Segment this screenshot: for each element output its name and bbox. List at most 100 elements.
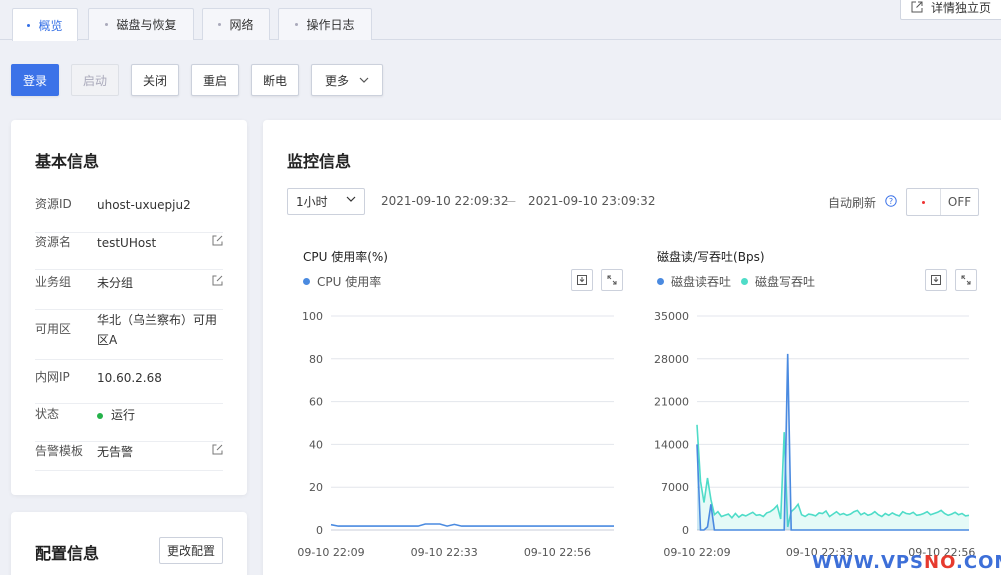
more-label: 更多 — [324, 73, 349, 88]
watermark-suffix: .COM — [956, 552, 1001, 573]
info-value: 未分组 — [97, 276, 134, 290]
info-key: 状态 — [35, 407, 60, 421]
tab-network[interactable]: 网络 — [202, 8, 270, 40]
svg-text:?: ? — [889, 197, 893, 206]
detail-page-label: 详情独立页 — [931, 0, 992, 15]
tab-dot — [27, 23, 31, 27]
change-config-button[interactable]: 更改配置 — [159, 537, 223, 564]
tab-bar: 概览 磁盘与恢复 网络 操作日志 — [0, 0, 1001, 41]
watermark-vps: VPS — [880, 552, 925, 573]
poweroff-label: 断电 — [262, 73, 287, 88]
x-tick-label: 09-10 22:33 — [411, 546, 478, 559]
info-row-status: 状态 运行 — [35, 405, 223, 442]
auto-refresh-toggle[interactable]: OFF — [906, 188, 979, 216]
info-value: uhost-uxuepju2 — [97, 198, 191, 212]
tab-overview[interactable]: 概览 — [12, 8, 78, 41]
cpu-download-button[interactable] — [571, 269, 593, 291]
cpu-chart-title: CPU 使用率(%) — [303, 250, 388, 264]
series-line — [696, 353, 969, 531]
watermark-no: NO — [924, 552, 957, 573]
tab-label: 概览 — [38, 18, 63, 33]
y-tick-label: 80 — [309, 353, 323, 366]
login-label: 登录 — [22, 73, 47, 88]
info-row-resource-id: 资源ID uhost-uxuepju2 — [35, 195, 223, 233]
info-value: 10.60.2.68 — [97, 371, 162, 385]
x-tick-label: 09-10 22:56 — [524, 546, 591, 559]
tab-dot — [218, 23, 222, 26]
tab-operation-log[interactable]: 操作日志 — [278, 8, 372, 40]
restart-label: 重启 — [202, 73, 227, 88]
x-tick-label: 09-10 22:09 — [297, 546, 364, 559]
toggle-knob — [907, 189, 941, 215]
disk-chart-title: 磁盘读/写吞吐(Bps) — [657, 250, 765, 264]
legend-label[interactable]: 磁盘写吞吐 — [755, 273, 815, 290]
cpu-chart: 0 20 40 60 80 100 09-10 22:09 09-10 22:33 09-10 … — [297, 310, 614, 559]
y-tick-label: 7000 — [661, 481, 689, 494]
auto-refresh-label: 自动刷新 — [828, 196, 877, 210]
cpu-legend[interactable]: CPU 使用率 — [303, 273, 381, 290]
disk-fullscreen-button[interactable] — [955, 269, 977, 291]
monitor-card: 监控信息 1小时 2021-09-10 22:09:32 — 2021-09-1… — [263, 120, 1001, 575]
info-key: 告警模板 — [35, 444, 84, 458]
more-button[interactable]: 更多 — [311, 64, 383, 96]
download-icon — [577, 275, 587, 285]
expand-icon — [607, 275, 617, 285]
time-range-value: 1小时 — [296, 195, 328, 209]
basic-info-title: 基本信息 — [35, 152, 100, 171]
monitor-title: 监控信息 — [287, 152, 352, 171]
disk-download-button[interactable] — [925, 269, 947, 291]
y-tick-label: 21000 — [654, 396, 689, 409]
edit-icon[interactable] — [212, 235, 223, 246]
change-config-label: 更改配置 — [166, 544, 215, 558]
tab-dot — [295, 23, 299, 26]
tab-disk-recovery[interactable]: 磁盘与恢复 — [88, 8, 194, 40]
y-tick-label: 40 — [309, 438, 323, 451]
y-tick-label: 20 — [309, 481, 323, 494]
info-value: 华北（乌兰察布）可用区A — [97, 313, 218, 347]
disk-chart: 070001400021000280003500009-10 22:09 09-1… — [654, 310, 975, 559]
expand-icon — [961, 275, 971, 285]
info-value: testUHost — [97, 236, 157, 250]
x-tick-label: 09-10 22:09 — [663, 546, 730, 559]
config-info-title: 配置信息 — [35, 544, 100, 563]
open-external-icon — [911, 1, 923, 13]
poweroff-button[interactable]: 断电 — [251, 64, 299, 96]
chevron-down-icon — [346, 196, 356, 202]
info-key: 可用区 — [35, 322, 72, 336]
info-row-alarm-template: 告警模板 无告警 — [35, 442, 223, 471]
tab-label: 操作日志 — [306, 18, 355, 32]
edit-icon[interactable] — [212, 275, 223, 286]
toggle-state: OFF — [947, 195, 972, 209]
end-time: 2021-09-10 23:09:32 — [528, 194, 656, 208]
series-line — [330, 523, 614, 527]
help-icon[interactable]: ? — [885, 195, 897, 207]
info-row-zone: 可用区 华北（乌兰察布）可用区A — [35, 310, 223, 360]
legend-dot — [741, 278, 749, 285]
time-range-select[interactable]: 1小时 — [287, 188, 365, 215]
restart-button[interactable]: 重启 — [191, 64, 239, 96]
info-value: 无告警 — [97, 445, 134, 459]
info-key: 内网IP — [35, 370, 70, 384]
start-time: 2021-09-10 22:09:32 — [381, 194, 509, 208]
legend-dot — [657, 278, 664, 285]
stop-button[interactable]: 关闭 — [131, 64, 179, 96]
info-key: 资源名 — [35, 235, 72, 249]
cpu-fullscreen-button[interactable] — [601, 269, 623, 291]
detail-page-button[interactable]: 详情独立页 — [900, 0, 1001, 20]
series-line — [696, 424, 970, 528]
tab-label: 网络 — [229, 18, 254, 32]
start-button[interactable]: 启动 — [71, 64, 119, 96]
y-tick-label: 0 — [682, 524, 689, 537]
edit-icon[interactable] — [212, 444, 223, 455]
y-tick-label: 0 — [316, 524, 323, 537]
info-key: 业务组 — [35, 275, 72, 289]
tab-label: 磁盘与恢复 — [116, 18, 177, 32]
y-tick-label: 28000 — [654, 353, 689, 366]
status-value: 运行 — [97, 405, 223, 425]
login-button[interactable]: 登录 — [11, 64, 59, 96]
tab-dot — [105, 23, 109, 26]
series-area — [697, 353, 969, 530]
legend-label[interactable]: 磁盘读吞吐 — [671, 273, 731, 290]
legend-dot — [303, 278, 310, 285]
info-row-private-ip: 内网IP 10.60.2.68 — [35, 368, 223, 404]
